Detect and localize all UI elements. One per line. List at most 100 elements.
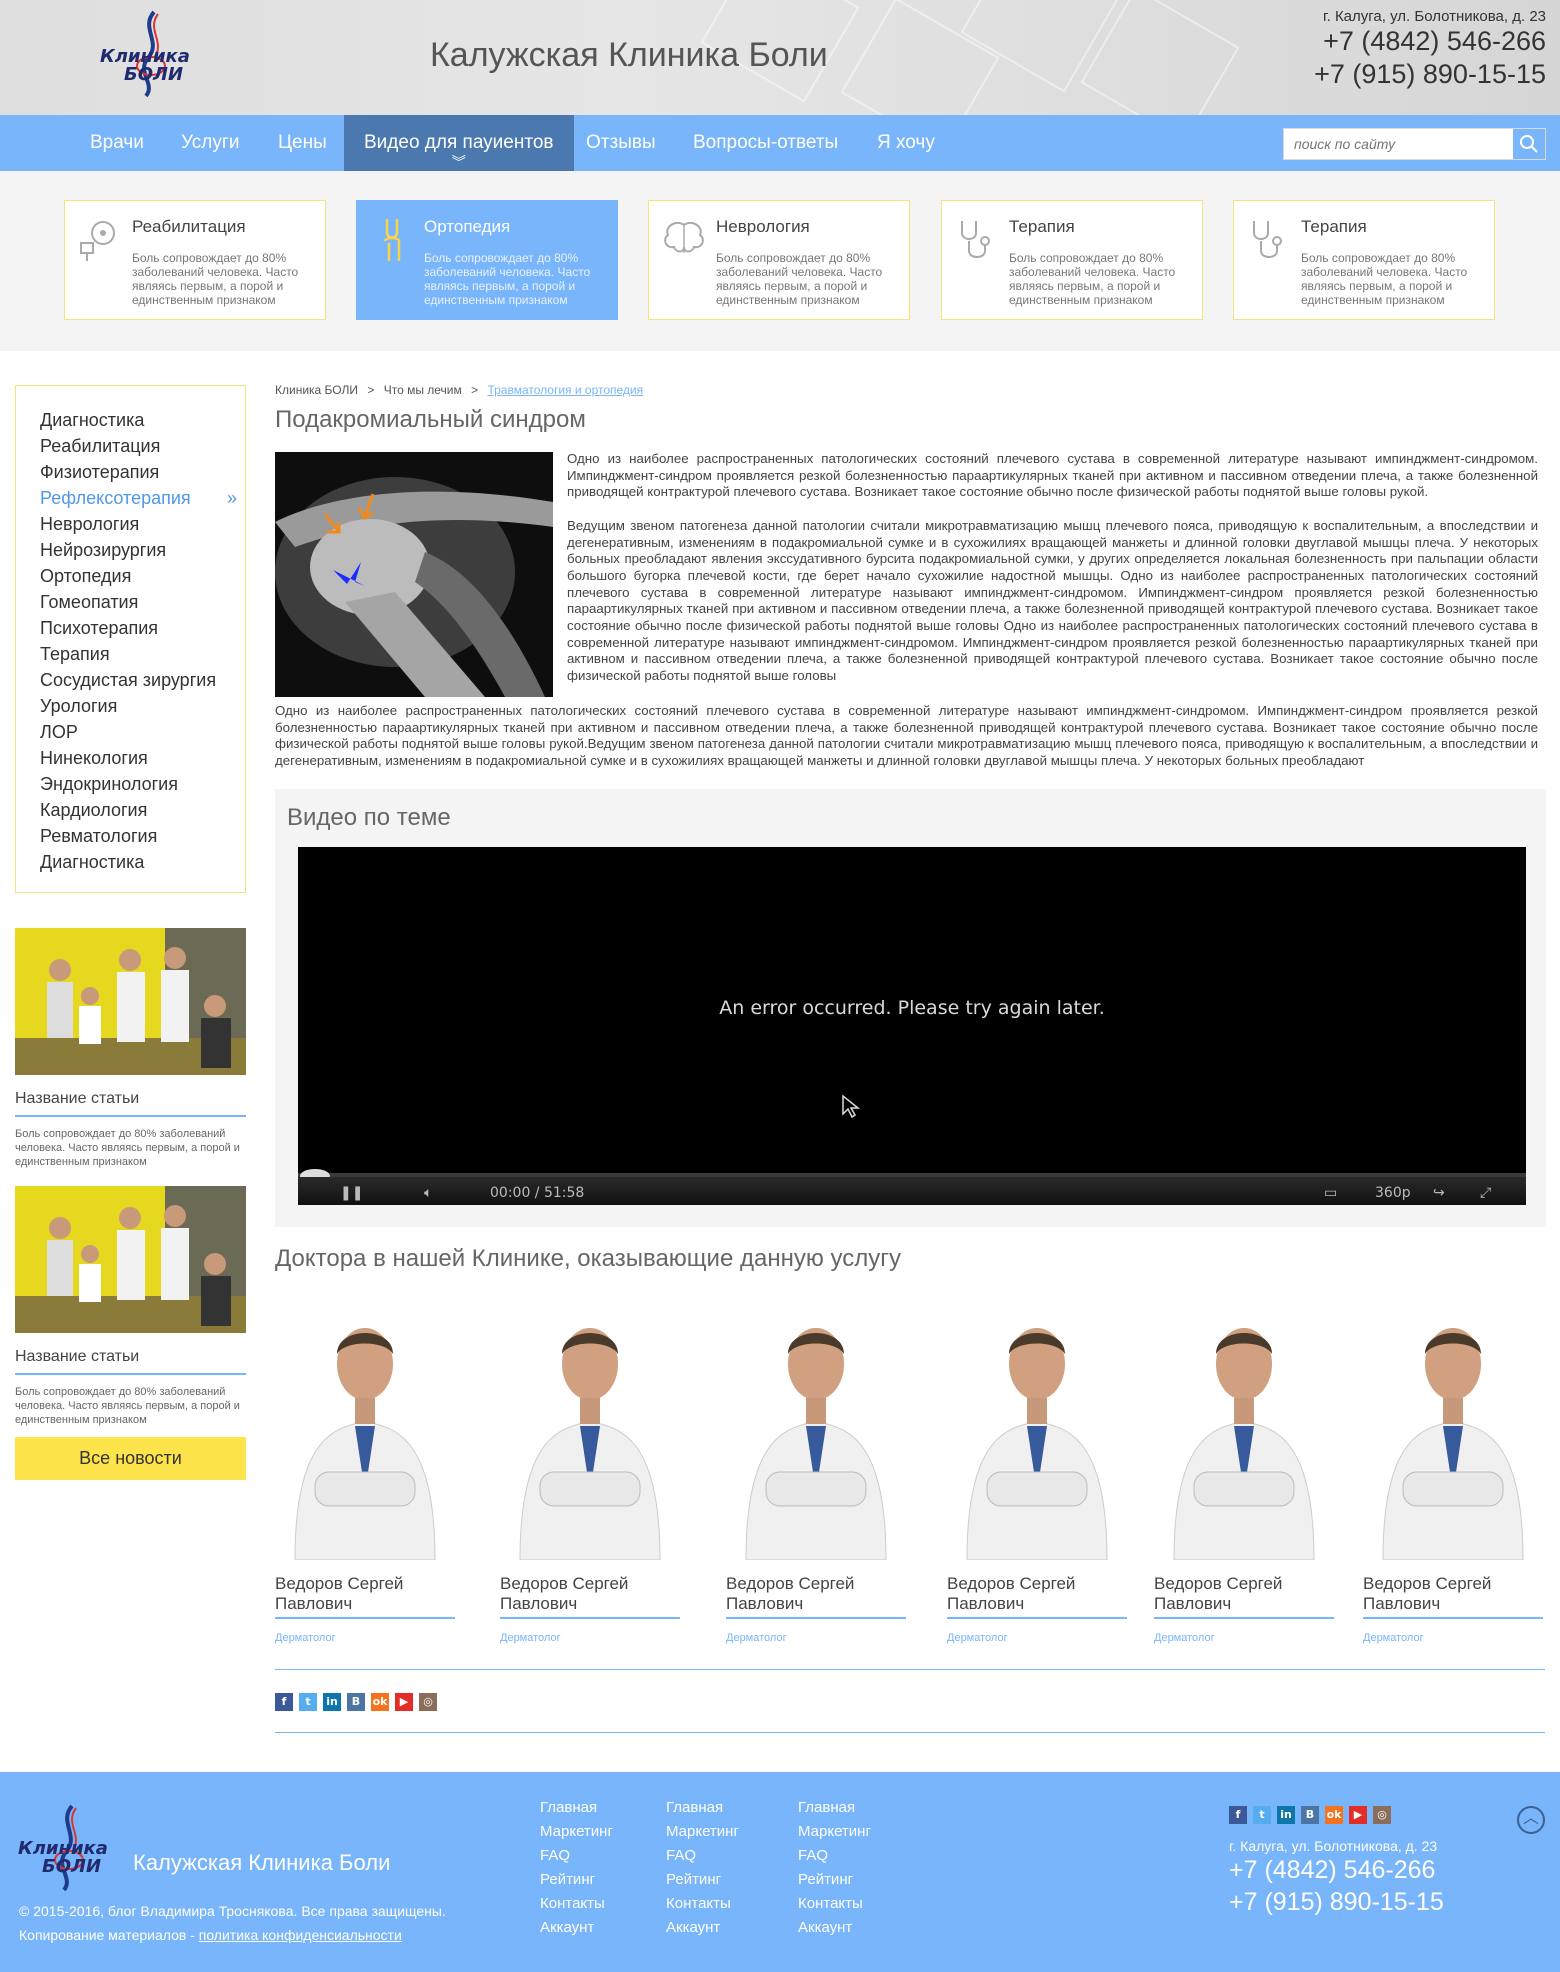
doctor-name[interactable]: Ведоров Сергей Павлович (275, 1574, 455, 1619)
sidebar-item-rheumatology[interactable]: Ревматология (40, 823, 245, 849)
footer-link-rating[interactable]: Рейтинг (666, 1868, 739, 1892)
doctor-card[interactable]: Ведоров Сергей Павлович Дерматолог (1363, 1302, 1543, 1644)
service-card-rehabilitation[interactable]: Реабилитация Боль сопровождает до 80% за… (64, 200, 326, 320)
nav-item-prices[interactable]: Цены (258, 115, 347, 171)
site-logo[interactable]: Клиника БОЛИ (96, 8, 206, 98)
pause-icon[interactable]: ❚❚ (340, 1185, 363, 1201)
footer-link-faq[interactable]: FAQ (540, 1844, 613, 1868)
service-card-orthopedics[interactable]: Ортопедия Боль сопровождает до 80% забол… (356, 200, 618, 320)
doctor-name[interactable]: Ведоров Сергей Павлович (500, 1574, 680, 1619)
footer-link-contacts[interactable]: Контакты (798, 1892, 871, 1916)
footer-link-rating[interactable]: Рейтинг (540, 1868, 613, 1892)
header-phone-1[interactable]: +7 (4842) 546-266 (1314, 25, 1546, 58)
facebook-icon[interactable]: f (1229, 1806, 1247, 1824)
sidebar-item-ent[interactable]: ЛОР (40, 719, 245, 745)
doctor-name[interactable]: Ведоров Сергей Павлович (726, 1574, 906, 1619)
all-news-button[interactable]: Все новости (15, 1437, 246, 1480)
doctor-role[interactable]: Дерматолог (726, 1632, 906, 1644)
breadcrumb-what-we-treat[interactable]: Что мы лечим (384, 383, 462, 397)
footer-link-marketing[interactable]: Маркетинг (666, 1820, 739, 1844)
video-player[interactable]: An error occurred. Please try again late… (298, 847, 1526, 1205)
linkedin-icon[interactable]: in (1277, 1806, 1295, 1824)
sidebar-item-neurology[interactable]: Неврология (40, 511, 245, 537)
sidebar-item-homeopathy[interactable]: Гомеопатия (40, 589, 245, 615)
footer-link-home[interactable]: Главная (540, 1796, 613, 1820)
doctor-card[interactable]: Ведоров Сергей Павлович Дерматолог (275, 1302, 455, 1644)
service-card-therapy[interactable]: Терапия Боль сопровождает до 80% заболев… (941, 200, 1203, 320)
twitter-icon[interactable]: t (299, 1693, 317, 1711)
nav-item-reviews[interactable]: Отзывы (566, 115, 676, 171)
footer-link-home[interactable]: Главная (798, 1796, 871, 1820)
doctor-name[interactable]: Ведоров Сергей Павлович (1363, 1574, 1543, 1619)
sidebar-article[interactable]: Название статьи Боль сопровождает до 80%… (15, 928, 246, 1169)
doctor-card[interactable]: Ведоров Сергей Павлович Дерматолог (1154, 1302, 1334, 1644)
sidebar-item-urology[interactable]: Урология (40, 693, 245, 719)
vk-icon[interactable]: B (1301, 1806, 1319, 1824)
search-input[interactable] (1284, 129, 1510, 159)
breadcrumb-current[interactable]: Травматология и ортопедия (487, 383, 643, 397)
doctor-name[interactable]: Ведоров Сергей Павлович (947, 1574, 1127, 1619)
nav-item-faq[interactable]: Вопросы-ответы (673, 115, 858, 171)
nav-item-doctors[interactable]: Врачи (70, 115, 164, 171)
article-title[interactable]: Название статьи (15, 1348, 246, 1375)
vk-icon[interactable]: B (347, 1693, 365, 1711)
doctor-role[interactable]: Дерматолог (275, 1632, 455, 1644)
doctor-name[interactable]: Ведоров Сергей Павлович (1154, 1574, 1334, 1619)
footer-link-faq[interactable]: FAQ (666, 1844, 739, 1868)
privacy-policy-link[interactable]: политика конфиденсиальности (199, 1927, 402, 1943)
doctor-role[interactable]: Дерматолог (1154, 1632, 1334, 1644)
sidebar-item-physiotherapy[interactable]: Физиотерапия (40, 459, 245, 485)
doctor-role[interactable]: Дерматолог (500, 1632, 680, 1644)
sidebar-item-orthopedics[interactable]: Ортопедия (40, 563, 245, 589)
doctor-card[interactable]: Ведоров Сергей Павлович Дерматолог (726, 1302, 906, 1644)
instagram-icon[interactable]: ◎ (419, 1693, 437, 1711)
captions-icon[interactable]: ▭ (1324, 1185, 1337, 1201)
sidebar-item-diagnostics[interactable]: Диагностика (40, 407, 245, 433)
youtube-icon[interactable]: ▶ (395, 1693, 413, 1711)
search-button[interactable] (1513, 129, 1545, 159)
footer-link-marketing[interactable]: Маркетинг (540, 1820, 613, 1844)
sidebar-article[interactable]: Название статьи Боль сопровождает до 80%… (15, 1186, 246, 1427)
service-card-neurology[interactable]: Неврология Боль сопровождает до 80% забо… (648, 200, 910, 320)
footer-link-rating[interactable]: Рейтинг (798, 1868, 871, 1892)
fullscreen-icon[interactable]: ⤢ (1480, 1185, 1491, 1201)
sidebar-item-vascular-surgery[interactable]: Сосудистая зирургия (40, 667, 245, 693)
sidebar-item-cardiology[interactable]: Кардиология (40, 797, 245, 823)
footer-link-contacts[interactable]: Контакты (540, 1892, 613, 1916)
footer-phone-1[interactable]: +7 (4842) 546-266 (1229, 1856, 1435, 1885)
doctor-role[interactable]: Дерматолог (947, 1632, 1127, 1644)
sidebar-item-endocrinology[interactable]: Эндокринология (40, 771, 245, 797)
breadcrumb-home[interactable]: Клиника БОЛИ (275, 383, 358, 397)
footer-link-account[interactable]: Аккаунт (540, 1916, 613, 1940)
nav-item-i-want[interactable]: Я хочу (857, 115, 955, 171)
nav-item-services[interactable]: Услуги (161, 115, 259, 171)
video-quality[interactable]: 360p (1375, 1185, 1411, 1201)
linkedin-icon[interactable]: in (323, 1693, 341, 1711)
twitter-icon[interactable]: t (1253, 1806, 1271, 1824)
sidebar-item-rehabilitation[interactable]: Реабилитация (40, 433, 245, 459)
doctor-card[interactable]: Ведоров Сергей Павлович Дерматолог (947, 1302, 1127, 1644)
sidebar-item-gynecology[interactable]: Нинекология (40, 745, 245, 771)
share-icon[interactable]: ↪ (1433, 1185, 1445, 1201)
sidebar-item-psychotherapy[interactable]: Психотерапия (40, 615, 245, 641)
footer-logo[interactable]: Клиника БОЛИ (14, 1802, 124, 1892)
instagram-icon[interactable]: ◎ (1373, 1806, 1391, 1824)
footer-link-account[interactable]: Аккаунт (666, 1916, 739, 1940)
sidebar-item-neurosurgery[interactable]: Нейрозирургия (40, 537, 245, 563)
youtube-icon[interactable]: ▶ (1349, 1806, 1367, 1824)
odnoklassniki-icon[interactable]: ok (1325, 1806, 1343, 1824)
scroll-to-top-button[interactable]: ︿ (1517, 1806, 1545, 1834)
doctor-role[interactable]: Дерматолог (1363, 1632, 1543, 1644)
footer-link-contacts[interactable]: Контакты (666, 1892, 739, 1916)
facebook-icon[interactable]: f (275, 1693, 293, 1711)
footer-link-account[interactable]: Аккаунт (798, 1916, 871, 1940)
header-phone-2[interactable]: +7 (915) 890-15-15 (1314, 58, 1546, 91)
odnoklassniki-icon[interactable]: ok (371, 1693, 389, 1711)
footer-phone-2[interactable]: +7 (915) 890-15-15 (1229, 1888, 1444, 1917)
service-card-therapy-2[interactable]: Терапия Боль сопровождает до 80% заболев… (1233, 200, 1495, 320)
article-title[interactable]: Название статьи (15, 1090, 246, 1117)
volume-icon[interactable]: 🔈︎ (424, 1185, 432, 1201)
sidebar-item-reflexotherapy[interactable]: Рефлексотерапия » (40, 485, 245, 511)
sidebar-item-therapy[interactable]: Терапия (40, 641, 245, 667)
sidebar-item-diagnostics-2[interactable]: Диагностика (40, 849, 245, 875)
